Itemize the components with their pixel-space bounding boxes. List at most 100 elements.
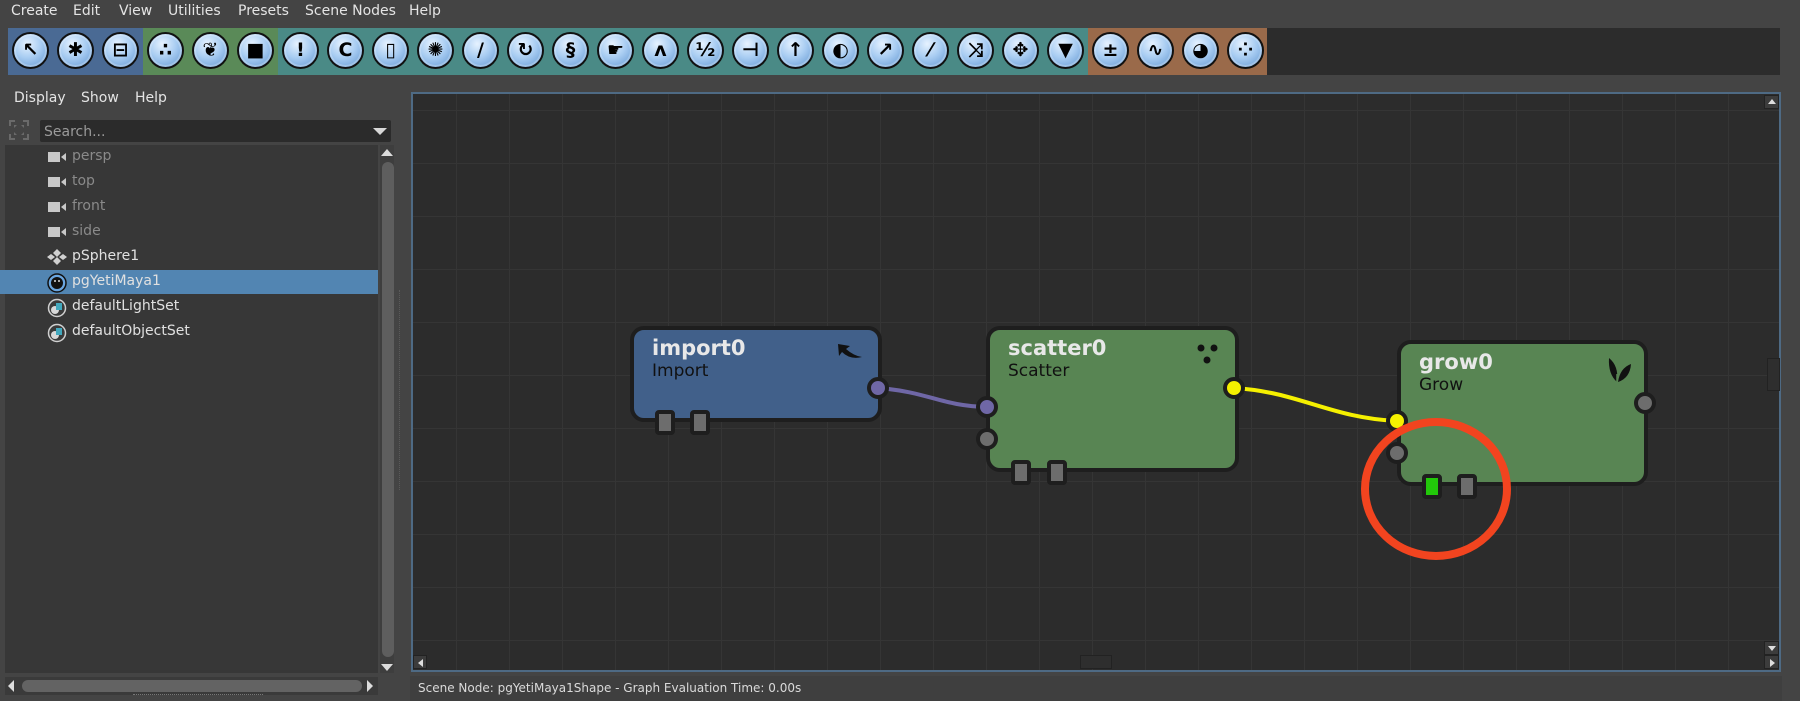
menu-presets[interactable]: Presets [238,3,289,19]
toolbar-button-palette[interactable]: ◕ [1182,32,1219,69]
toolbar-button-bucket[interactable]: ■ [237,32,274,69]
toolbar-button-signpost[interactable]: ⊣ [732,32,769,69]
grow0-output-port[interactable] [1634,392,1656,414]
outliner-item-pgYetiMaya1[interactable]: pgYetiMaya1 [0,270,378,294]
pointing-hand-icon: ☛ [606,39,625,61]
toolbar-button-comb[interactable]: / [462,32,499,69]
toolbar-button-import[interactable]: ↖ [12,32,49,69]
funnel-icon: ▼ [1058,39,1073,61]
curl-icon: C [338,39,353,61]
outliner-item-side[interactable]: side [0,220,378,244]
outliner-item-label: top [72,173,95,189]
graph-scroll-right-button[interactable] [1764,655,1779,669]
set-icon [47,323,67,343]
node-type: Grow [1419,375,1464,395]
outliner-item-label: defaultObjectSet [72,323,190,339]
menu-edit[interactable]: Edit [73,3,100,19]
toolbar-button-swirl[interactable]: ↻ [507,32,544,69]
search-input[interactable] [42,120,366,144]
menu-create[interactable]: Create [11,3,58,19]
graph-line-icon: ↗ [877,39,894,61]
toolbar-button-split[interactable]: ½ [687,32,724,69]
node-scatter0[interactable]: scatter0 Scatter [986,326,1239,472]
toolbar-button-move[interactable]: ✥ [1002,32,1039,69]
camera-icon [47,198,67,216]
toolbar-button-clump[interactable]: ✺ [417,32,454,69]
toolbar-button-grow-leaf[interactable]: ❦ [192,32,229,69]
outliner-vertical-scroll-thumb[interactable] [382,162,394,657]
import0-tab-1[interactable] [655,410,675,435]
splitter-handle[interactable] [399,290,400,490]
toolbar-button-scatter[interactable]: ∴ [147,32,184,69]
toolbar-button-waveform[interactable]: ∿ [1137,32,1174,69]
graph-vertical-scroll-thumb[interactable] [1767,358,1780,391]
toolbar-button-brush[interactable]: ⁄ [912,32,949,69]
toolbar-button-curl[interactable]: C [327,32,364,69]
outliner-menu-display[interactable]: Display [14,90,66,106]
toolbar-button-puzzle[interactable]: ✱ [57,32,94,69]
toolbar-button-graph-line[interactable]: ↗ [867,32,904,69]
waveform-icon: ∿ [1147,39,1164,61]
graph-scroll-up-button[interactable] [1764,95,1779,109]
outliner-item-label: side [72,223,101,239]
scatter0-tab-1[interactable] [1011,460,1031,485]
toolbar-button-dot-grid[interactable]: ⁘ [1227,32,1264,69]
toolbar-button-moon[interactable]: ◐ [822,32,859,69]
outliner-item-label: persp [72,148,112,164]
outliner-item-persp[interactable]: persp [0,145,378,169]
menu-utilities[interactable]: Utilities [168,3,221,19]
graph-scroll-down-button[interactable] [1764,641,1779,655]
outliner-item-pSphere1[interactable]: pSphere1 [0,245,378,269]
panel-resize-handle[interactable] [133,694,263,695]
scatter0-output-port[interactable] [1223,377,1245,399]
scroll-down-icon[interactable] [381,664,393,671]
toolbar-button-calculator[interactable]: ± [1092,32,1129,69]
menu-help[interactable]: Help [409,3,441,19]
outliner-item-defaultLightSet[interactable]: defaultLightSet [0,295,378,319]
search-dropdown-icon[interactable] [373,128,387,135]
camera-icon [47,148,67,166]
outliner-menu-show[interactable]: Show [81,90,119,106]
outliner-horizontal-scroll-thumb[interactable] [22,680,362,692]
toolbar-button-pointing-hand[interactable]: ☛ [597,32,634,69]
toolbar-button-archive-box[interactable]: ⊟ [102,32,139,69]
menu-view[interactable]: View [119,3,152,19]
toolbar-button-exclamation[interactable]: ! [282,32,319,69]
toolbar-button-noise[interactable]: ʌ [642,32,679,69]
status-text: Scene Node: pgYetiMaya1Shape - Graph Eva… [418,681,802,695]
outliner-item-front[interactable]: front [0,195,378,219]
toolbar-button-shuffle[interactable]: ⤨ [957,32,994,69]
scatter0-input-port-1[interactable] [976,396,998,418]
graph-scroll-left-button[interactable] [413,655,427,669]
outliner-item-label: defaultLightSet [72,298,180,314]
node-import0[interactable]: import0 Import [630,326,882,422]
leaf-icon [1608,358,1631,382]
toolbar-button-blender[interactable]: ▯ [372,32,409,69]
scatter0-tab-2[interactable] [1047,460,1067,485]
outliner-item-top[interactable]: top [0,170,378,194]
grow-leaf-icon: ❦ [202,39,219,61]
bucket-icon: ■ [246,39,265,61]
import0-output-port[interactable] [867,377,889,399]
node-type: Scatter [1008,361,1070,381]
calculator-icon: ± [1102,39,1119,61]
node-title: scatter0 [1008,336,1107,360]
exclamation-icon: ! [296,39,305,61]
toolbar-button-direction-arrow[interactable]: ↑ [777,32,814,69]
scroll-up-icon[interactable] [381,149,393,156]
scroll-left-icon[interactable] [8,680,14,692]
graph-horizontal-scroll-thumb[interactable] [1080,655,1112,669]
scatter0-input-port-2[interactable] [976,428,998,450]
yeti-icon [47,273,67,293]
outliner-item-defaultObjectSet[interactable]: defaultObjectSet [0,320,378,344]
comb-icon: / [477,39,484,61]
outliner-menu-help[interactable]: Help [135,90,167,106]
frame-selection-icon[interactable] [9,120,29,140]
toolbar-button-funnel[interactable]: ▼ [1047,32,1084,69]
menu-scene-nodes[interactable]: Scene Nodes [305,3,396,19]
toolbar-button-squiggle[interactable]: § [552,32,589,69]
outliner-search [40,120,391,144]
scroll-right-icon[interactable] [367,680,373,692]
camera-icon [47,223,67,241]
import0-tab-2[interactable] [690,410,710,435]
